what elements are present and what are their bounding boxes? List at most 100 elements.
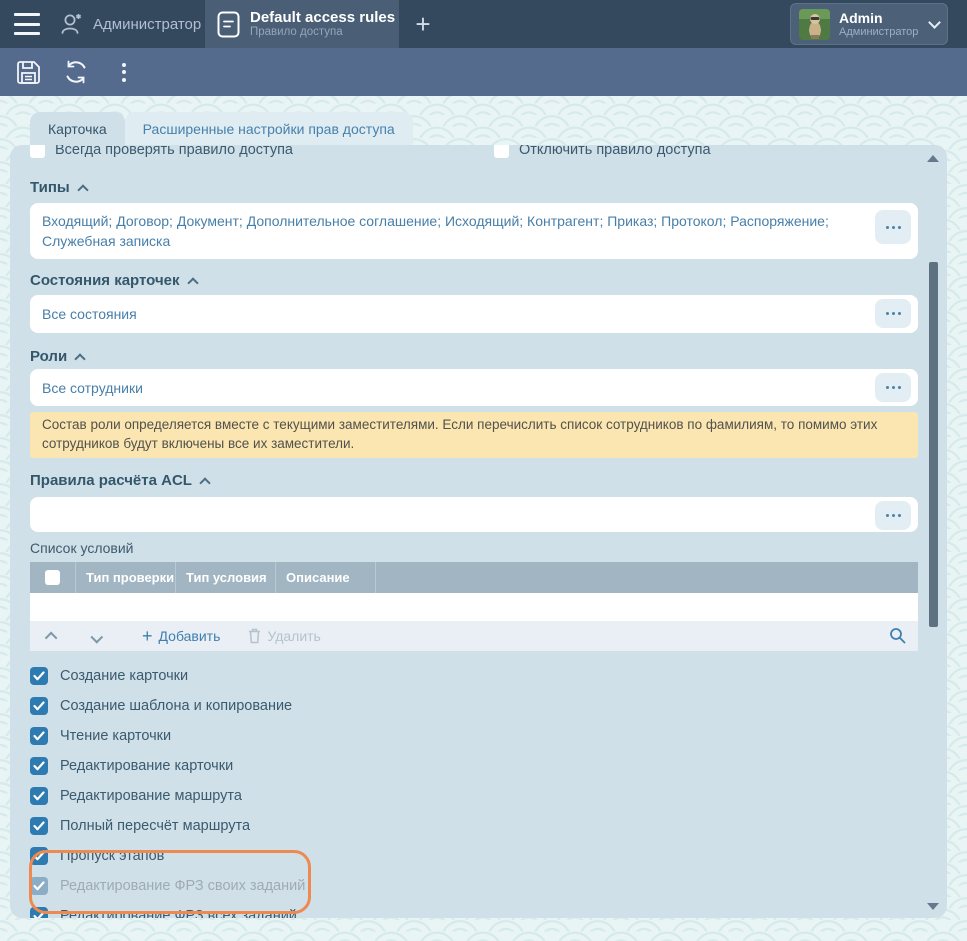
states-field[interactable]: Все состояния (30, 295, 918, 333)
scroll-down-icon[interactable] (927, 903, 939, 910)
conditions-footer: + Добавить Удалить (30, 621, 918, 651)
checkbox-label: Отключить правило доступа (519, 145, 711, 158)
checkbox-always-check-rule[interactable]: Всегда проверять правило доступа (30, 145, 293, 158)
card-tab-subtitle: Правило доступа (250, 26, 395, 39)
chevron-down-icon (928, 16, 941, 29)
section-acl-header[interactable]: Правила расчёта ACL (30, 472, 918, 489)
user-name: Admin (839, 10, 918, 26)
checkbox-checked-icon[interactable] (30, 697, 48, 715)
permission-label: Редактирование ФРЗ всех заданий (60, 908, 297, 918)
acl-picker-button[interactable] (875, 501, 911, 530)
avatar (799, 9, 830, 40)
checkbox-label: Всегда проверять правило доступа (55, 145, 293, 158)
ellipsis-vertical-icon (122, 63, 126, 82)
acl-field[interactable] (30, 497, 918, 532)
roles-field[interactable]: Все сотрудники (30, 369, 918, 406)
permission-label: Создание шаблона и копирование (60, 698, 292, 714)
header-filler (376, 562, 918, 593)
delete-condition-button[interactable]: Удалить (248, 628, 320, 644)
permission-row[interactable]: Создание карточки (30, 661, 918, 691)
tab-advanced-access[interactable]: Расширенные настройки прав доступа (125, 112, 413, 145)
select-all-cell (30, 562, 76, 593)
tab-card[interactable]: Карточка (30, 112, 125, 145)
checkbox-checked-icon[interactable] (30, 847, 48, 865)
conditions-label: Список условий (30, 540, 918, 556)
permission-row[interactable]: Редактирование маршрута (30, 781, 918, 811)
collapse-caret-icon (187, 277, 198, 288)
permission-label: Полный пересчёт маршрута (60, 818, 250, 834)
tab-default-access-rules[interactable]: Default access rules Правило доступа (205, 0, 399, 48)
checkbox-checked-icon[interactable] (30, 817, 48, 835)
permission-row[interactable]: Создание шаблона и копирование (30, 691, 918, 721)
checkbox-checked-icon[interactable] (30, 787, 48, 805)
permission-row[interactable]: Редактирование карточки (30, 751, 918, 781)
column-header: Описание (276, 562, 376, 593)
checkbox-checked-icon[interactable] (30, 667, 48, 685)
states-value: Все состояния (30, 295, 918, 332)
section-states-header[interactable]: Состояния карточек (30, 272, 918, 289)
checkbox-checked-icon[interactable] (30, 757, 48, 775)
checkbox-checked-icon[interactable] (30, 877, 48, 895)
scrollbar-thumb[interactable] (929, 262, 938, 627)
card-form-panel: Всегда проверять правило доступа Отключи… (10, 145, 947, 918)
section-title: Роли (30, 348, 67, 365)
delete-label: Удалить (267, 628, 320, 644)
more-actions-button[interactable] (110, 58, 138, 86)
permission-label: Редактирование ФРЗ своих заданий (60, 878, 305, 894)
card-document-icon (217, 11, 240, 38)
top-checkbox-row: Всегда проверять правило доступа Отключи… (30, 145, 918, 163)
refresh-button[interactable] (62, 58, 90, 86)
add-label: Добавить (159, 628, 221, 644)
user-menu[interactable]: Admin Администратор (790, 3, 948, 45)
roles-value: Все сотрудники (30, 369, 918, 406)
permission-label: Чтение карточки (60, 728, 171, 744)
save-button[interactable] (14, 58, 42, 86)
view-tabs: Карточка Расширенные настройки прав дост… (30, 112, 413, 145)
permission-label: Создание карточки (60, 668, 188, 684)
conditions-empty-row[interactable] (30, 593, 918, 621)
roles-picker-button[interactable] (875, 373, 911, 402)
collapse-caret-icon (75, 353, 86, 364)
permission-label: Редактирование маршрута (60, 788, 242, 804)
section-title: Правила расчёта ACL (30, 472, 192, 489)
workspace-label: Администратор (93, 16, 201, 33)
search-icon[interactable] (889, 627, 906, 644)
permission-row[interactable]: Чтение карточки (30, 721, 918, 751)
states-picker-button[interactable] (875, 299, 911, 328)
permission-row[interactable]: Редактирование ФРЗ своих заданий (30, 871, 918, 901)
permission-label: Пропуск этапов (60, 848, 164, 864)
permission-row[interactable]: Пропуск этапов (30, 841, 918, 871)
conditions-table-header: Тип проверкиТип условияОписание (30, 562, 918, 593)
top-bar: Администратор Default access rules Прави… (0, 0, 967, 48)
permission-label: Редактирование карточки (60, 758, 233, 774)
workspace-switcher[interactable]: Администратор (58, 0, 201, 48)
trash-icon (248, 628, 261, 644)
command-bar (0, 48, 967, 96)
column-header: Тип условия (176, 562, 276, 593)
select-all-checkbox[interactable] (45, 570, 60, 585)
checkbox-checked-icon[interactable] (30, 727, 48, 745)
new-tab-button[interactable]: + (399, 0, 447, 48)
permission-row[interactable]: Полный пересчёт маршрута (30, 811, 918, 841)
checkbox-box[interactable] (494, 145, 509, 158)
move-up-button[interactable] (45, 631, 58, 644)
scroll-up-icon[interactable] (927, 155, 939, 162)
types-picker-button[interactable] (875, 210, 911, 244)
column-header: Тип проверки (76, 562, 176, 593)
add-condition-button[interactable]: + Добавить (142, 628, 220, 644)
user-role: Администратор (839, 26, 918, 39)
section-types-header[interactable]: Типы (30, 179, 918, 196)
checkbox-disable-rule[interactable]: Отключить правило доступа (494, 145, 711, 163)
permission-row[interactable]: Редактирование ФРЗ всех заданий (30, 901, 918, 918)
section-roles-header[interactable]: Роли (30, 348, 918, 365)
move-down-button[interactable] (90, 630, 103, 643)
collapse-caret-icon (199, 477, 210, 488)
plus-icon: + (142, 629, 153, 643)
checkbox-checked-icon[interactable] (30, 907, 48, 918)
types-value: Входящий; Договор; Документ; Дополнитель… (30, 203, 918, 259)
user-asterisk-icon (58, 11, 84, 37)
types-field[interactable]: Входящий; Договор; Документ; Дополнитель… (30, 203, 918, 259)
collapse-caret-icon (77, 184, 88, 195)
checkbox-box[interactable] (30, 145, 45, 158)
menu-icon[interactable] (14, 13, 40, 35)
